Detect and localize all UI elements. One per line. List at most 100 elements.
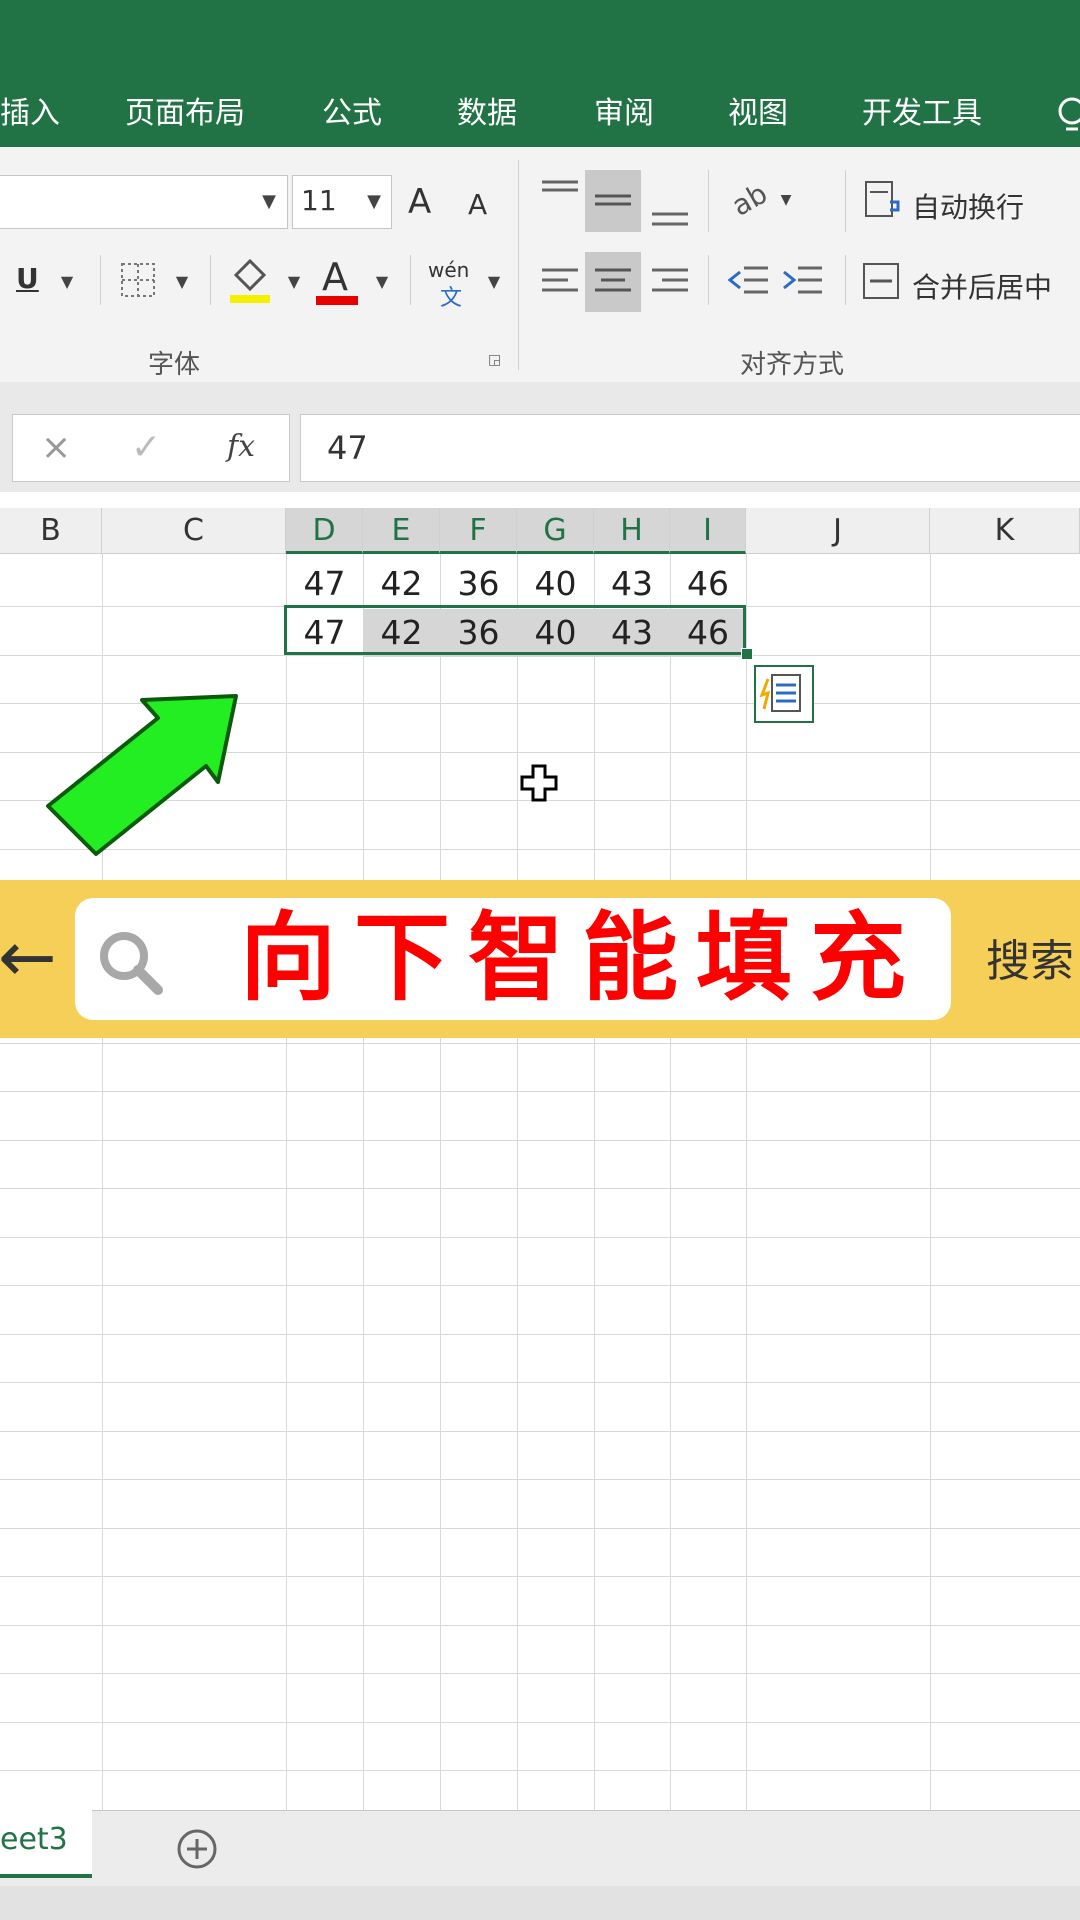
chevron-down-icon: ▼ xyxy=(262,191,276,212)
font-size-value: 11 xyxy=(301,184,337,217)
wrap-text-icon xyxy=(865,181,900,217)
svg-text:ab: ab xyxy=(728,180,773,220)
sheet-tab-active[interactable]: eet3 xyxy=(0,1808,92,1878)
chevron-down-icon[interactable]: ▼ xyxy=(776,180,796,220)
grow-font-button[interactable]: A xyxy=(408,182,431,222)
banner-headline: 向下智能填充 xyxy=(240,902,924,1014)
font-color-swatch xyxy=(316,296,358,305)
chevron-down-icon[interactable]: ▼ xyxy=(55,262,79,302)
grid-column-line xyxy=(746,554,747,1810)
increase-indent-icon[interactable] xyxy=(782,262,824,302)
back-arrow-icon[interactable]: ← xyxy=(0,912,57,1002)
phonetic-bottom[interactable]: 文 xyxy=(440,280,462,312)
col-header-c[interactable]: C xyxy=(102,508,286,554)
cell-i1[interactable]: 46 xyxy=(670,560,746,608)
grid-row-line xyxy=(0,1673,1080,1674)
grid-row-line xyxy=(0,1431,1080,1432)
cell-cursor-icon xyxy=(520,764,558,802)
grid-column-line xyxy=(594,554,595,1810)
cell-d1[interactable]: 47 xyxy=(286,560,363,608)
menu-insert[interactable]: 插入 xyxy=(0,94,60,134)
orientation-icon[interactable]: ab xyxy=(728,180,774,220)
grid-column-line xyxy=(363,554,364,1810)
grid-row-line xyxy=(0,1188,1080,1189)
sheet-tab-bar xyxy=(0,1810,1080,1887)
chevron-down-icon[interactable]: ▼ xyxy=(370,262,394,302)
font-color-button[interactable]: A xyxy=(322,255,348,299)
flash-fill-icon[interactable] xyxy=(754,665,816,725)
align-middle-button[interactable] xyxy=(585,170,641,232)
col-header-k[interactable]: K xyxy=(930,508,1080,554)
formula-input[interactable]: 47 xyxy=(300,414,1080,482)
col-header-j[interactable]: J xyxy=(746,508,930,554)
font-name-box[interactable]: ▼ xyxy=(0,175,288,229)
add-sheet-icon[interactable] xyxy=(176,1828,218,1870)
align-right-icon[interactable] xyxy=(650,262,690,302)
grid-column-line xyxy=(517,554,518,1810)
col-header-h[interactable]: H xyxy=(594,508,670,554)
menu-data[interactable]: 数据 xyxy=(457,94,517,134)
insert-function-button[interactable]: fx xyxy=(227,429,255,464)
lightbulb-icon[interactable] xyxy=(1058,95,1080,135)
wrap-text-button[interactable]: 自动换行 xyxy=(912,186,1024,226)
col-header-i[interactable]: I xyxy=(670,508,746,554)
title-bar xyxy=(0,0,1080,72)
fill-color-icon[interactable] xyxy=(228,255,272,305)
search-button[interactable]: 搜索 xyxy=(986,934,1074,990)
sheet-tab-label: eet3 xyxy=(0,1822,68,1857)
grid-row-line xyxy=(0,1237,1080,1238)
col-header-g[interactable]: G xyxy=(517,508,594,554)
menu-formulas[interactable]: 公式 xyxy=(322,94,382,134)
shrink-font-button[interactable]: A xyxy=(468,188,487,221)
menu-page-layout[interactable]: 页面布局 xyxy=(125,94,245,134)
grid-row-line xyxy=(0,1722,1080,1723)
grid-row-line xyxy=(0,1576,1080,1577)
cell-h1[interactable]: 43 xyxy=(594,560,670,608)
underline-button[interactable]: U xyxy=(16,262,39,295)
formula-controls: × ✓ fx xyxy=(12,414,290,482)
borders-icon[interactable] xyxy=(120,262,156,298)
chevron-down-icon[interactable]: ▼ xyxy=(282,262,306,302)
cancel-button[interactable]: × xyxy=(41,427,71,468)
merge-center-icon xyxy=(863,263,899,299)
alignment-group-label: 对齐方式 xyxy=(740,350,845,380)
selection-range xyxy=(284,605,746,655)
enter-button[interactable]: ✓ xyxy=(131,427,161,468)
col-header-d[interactable]: D xyxy=(286,508,363,554)
font-group-label: 字体 xyxy=(148,350,201,380)
grid-column-line xyxy=(440,554,441,1810)
align-top-icon[interactable] xyxy=(540,178,580,212)
col-header-f[interactable]: F xyxy=(440,508,517,554)
align-bottom-icon[interactable] xyxy=(650,200,690,230)
phonetic-top[interactable]: wén xyxy=(428,258,469,282)
cell-e1[interactable]: 42 xyxy=(363,560,440,608)
chevron-down-icon[interactable]: ▼ xyxy=(482,262,506,302)
dialog-launcher-icon[interactable]: ◲ xyxy=(488,352,504,368)
col-header-e[interactable]: E xyxy=(363,508,440,554)
menu-developer[interactable]: 开发工具 xyxy=(862,94,982,134)
merge-center-button[interactable]: 合并后居中 xyxy=(912,266,1052,306)
grid-row-line xyxy=(0,1625,1080,1626)
align-left-icon[interactable] xyxy=(540,262,580,302)
grid-row-line xyxy=(0,1334,1080,1335)
fill-handle[interactable] xyxy=(741,648,753,660)
grid-row-line xyxy=(0,1382,1080,1383)
grid-column-line xyxy=(930,554,931,1810)
font-size-box[interactable]: 11 ▼ xyxy=(292,175,392,229)
grid-row-line xyxy=(0,1528,1080,1529)
cell-f1[interactable]: 36 xyxy=(440,560,517,608)
grid-row-line xyxy=(0,1770,1080,1771)
status-bar xyxy=(0,1886,1080,1920)
grid-row-line xyxy=(0,1140,1080,1141)
align-center-button[interactable] xyxy=(585,252,641,312)
cell-g1[interactable]: 40 xyxy=(517,560,594,608)
arrow-up-right-icon xyxy=(46,694,238,856)
grid-row-line xyxy=(0,1091,1080,1092)
formula-value: 47 xyxy=(327,429,368,467)
menu-review[interactable]: 审阅 xyxy=(594,94,654,134)
col-header-b[interactable]: B xyxy=(0,508,102,554)
decrease-indent-icon[interactable] xyxy=(728,262,770,302)
menu-view[interactable]: 视图 xyxy=(728,94,788,134)
grid-row-line xyxy=(0,1479,1080,1480)
chevron-down-icon[interactable]: ▼ xyxy=(170,262,194,302)
